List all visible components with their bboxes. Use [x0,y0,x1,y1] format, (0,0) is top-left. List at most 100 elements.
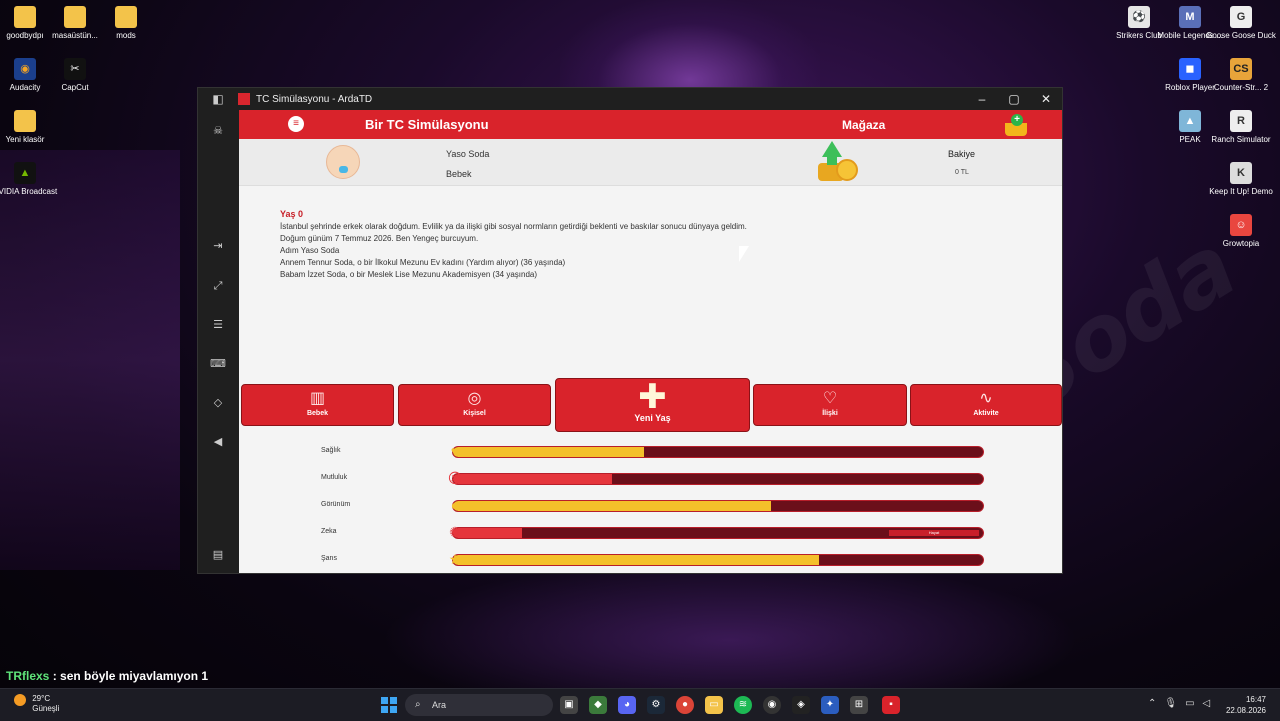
search-icon: ⌕ [415,699,421,710]
balance-label: Bakiye [948,149,976,159]
weather-widget[interactable]: 29°C Güneşli [14,694,59,714]
game-icon: ▲ [1179,110,1201,132]
login-icon[interactable]: ⇥ [210,238,226,254]
desktop-icon-label: Counter-Str... 2 [1213,83,1269,92]
stat-label: Şans [321,555,337,562]
window-titlebar[interactable]: ◧ TC Simülasyonu - ArdaTD – ▢ ✕ [198,88,1062,110]
stat-zeka: Zeka Hayat ✺ [239,524,1062,540]
game-icon: CS [1230,58,1252,80]
capcut-icon: ✂ [64,58,86,80]
app-content: ≡ Bir TC Simülasyonu Mağaza + Yaso Soda … [239,110,1062,573]
weather-temp: 29°C [32,694,51,703]
character-stage: Bebek [446,169,472,179]
clock-time: 16:47 [1245,695,1266,704]
tag-icon[interactable]: ◇ [210,395,226,411]
steam-icon[interactable]: ⚙ [647,696,665,714]
stat-track [452,500,984,512]
shop-button[interactable]: Mağaza [842,118,885,132]
discord-icon[interactable]: ◕ [618,696,636,714]
story-line: Doğum günüm 7 Temmuz 2026. Ben Yengeç bu… [280,234,479,243]
game-icon: K [1230,162,1252,184]
minimize-button[interactable]: – [966,92,998,106]
desktop-icon-ranch-simulator[interactable]: R Ranch Simulator [1204,110,1278,145]
menu-icon[interactable]: ≡ [288,116,304,132]
controller-icon[interactable]: ⊞ [850,696,868,714]
desktop-icon-yeni-klasor[interactable]: Yeni klasör [0,110,62,145]
tc-sim-taskbar-icon[interactable]: ▪ [882,696,900,714]
story-line: İstanbul şehrinde erkek olarak doğdum. E… [280,222,747,231]
expand-icon[interactable]: ⤢ [210,278,226,294]
stat-track [452,446,984,458]
new-age-button[interactable]: ✚ Yeni Yaş [555,378,750,432]
stat-fill [453,501,771,511]
system-tray-icons[interactable]: ⌃🎙▭◁ [1148,698,1218,709]
roblox-icon: ◼ [1179,58,1201,80]
app-header: ≡ Bir TC Simülasyonu Mağaza + [239,110,1062,139]
keyboard-icon[interactable]: ⌨ [210,356,226,372]
wallpaper-left-glow [0,150,180,570]
clock[interactable]: 16:47 22.08.2026 [1226,694,1266,716]
plus-icon: ✚ [638,378,667,416]
game-icon: G [1230,6,1252,28]
obs-icon[interactable]: ◉ [763,696,781,714]
desktop-icon-label: Growtopia [1222,239,1260,248]
profile-bar: Yaso Soda Bebek Bakiye 0 TL [239,139,1062,186]
pulse-icon: ∿ [979,390,993,407]
settings-icon[interactable]: ✦ [821,696,839,714]
bebek-button[interactable]: ▥ Bebek [241,384,394,426]
window-side-rail: ☠ ⇥ ⤢ ☰ ⌨ ◇ ◀ ▤ [198,110,239,573]
iliski-button[interactable]: ♡ İlişki [753,384,907,426]
character-name: Yaso Soda [446,149,490,159]
feedback-icon[interactable]: ▤ [210,547,226,563]
basket-add-icon[interactable]: + [1003,114,1029,136]
start-button[interactable] [381,697,397,713]
story-line: Annem Tennur Soda, o bir İlkokul Mezunu … [280,258,566,267]
app-window: ◧ TC Simülasyonu - ArdaTD – ▢ ✕ ☠ ⇥ ⤢ ☰ … [197,87,1063,574]
person-icon: ● [450,497,460,513]
desktop-icon-label: Ranch Simulator [1211,135,1271,144]
skull-icon[interactable]: ☠ [210,123,226,139]
heart-icon: ♥ [450,443,460,459]
desktop-icon-label: Yeni klasör [5,135,45,144]
action-bar: ▥ Bebek ◎ Kişisel ✚ Yeni Yaş ♡ İlişki ∿ … [239,378,1062,438]
stat-label: Mutluluk [321,474,348,481]
task-view-icon[interactable]: ▣ [560,696,578,714]
desktop-icon-goose-goose-duck[interactable]: G Goose Goose Duck [1204,6,1278,41]
aktivite-button[interactable]: ∿ Aktivite [910,384,1062,426]
maximize-button[interactable]: ▢ [998,92,1030,106]
volume-icon[interactable]: ◀ [210,434,226,450]
desktop-icon-counter-strike[interactable]: CS Counter-Str... 2 [1204,58,1278,93]
desktop-icon-label: Goose Goose Duck [1206,31,1276,40]
kisisel-button[interactable]: ◎ Kişisel [398,384,551,426]
minecraft-icon[interactable]: ◆ [589,696,607,714]
folder-icon [14,110,36,132]
desktop-icon-mods[interactable]: mods [89,6,163,41]
sliders-icon[interactable]: ☰ [210,317,226,333]
game-icon: ☺ [1230,214,1252,236]
folder-icon [115,6,137,28]
close-button[interactable]: ✕ [1030,92,1062,106]
action-label: Bebek [306,410,328,417]
weather-desc: Güneşli [32,704,60,713]
chrome-icon[interactable]: ● [676,696,694,714]
file-explorer-icon[interactable]: ▭ [705,696,723,714]
desktop-icon-keep-it-up[interactable]: K Keep It Up! Demo [1204,162,1278,197]
balance-value: 0 TL [955,169,969,176]
spotify-icon[interactable]: ≋ [734,696,752,714]
action-label: Yeni Yaş [634,413,671,423]
desktop-icon-capcut[interactable]: ✂ CapCut [38,58,112,93]
search-placeholder: Ara [432,700,447,710]
desktop-icon-growtopia[interactable]: ☺ Growtopia [1204,214,1278,249]
stream-chat-message: TRflexs : sen böyle miyavlamıyon 1 [6,669,208,683]
sidebar-toggle-icon[interactable]: ◧ [198,92,238,106]
folder-icon [64,6,86,28]
baby-avatar-icon [326,145,360,179]
search-box[interactable]: ⌕ Ara [405,694,553,716]
desktop-icon-nvidia-broadcast[interactable]: ▲ NVIDIA Broadcast [0,162,62,197]
app-icon[interactable]: ◈ [792,696,810,714]
stat-gorunum: Görünüm ● [239,497,1062,513]
face-icon: ☹ [447,470,463,486]
book-icon: ▥ [309,390,326,407]
stat-track: Hayat [452,527,984,539]
game-icon: ⚽ [1128,6,1150,28]
